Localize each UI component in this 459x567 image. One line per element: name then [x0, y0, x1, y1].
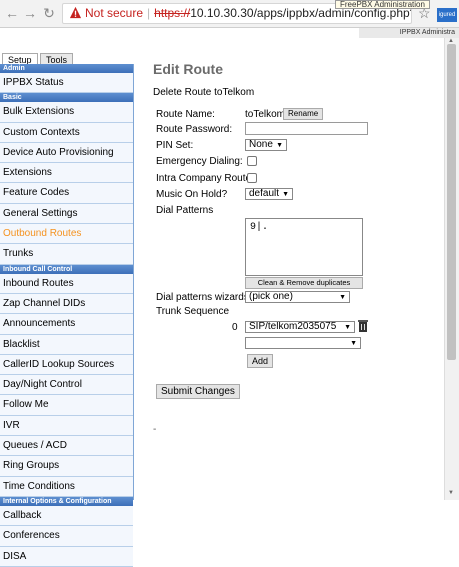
music-on-hold-select[interactable]: default ▼: [245, 188, 293, 200]
delete-route-link[interactable]: Delete Route toTelkom: [153, 87, 254, 98]
rename-button[interactable]: Rename: [283, 108, 324, 120]
sidebar-item-callerid-lookup[interactable]: CallerID Lookup Sources: [0, 354, 133, 376]
reload-icon[interactable]: ↻: [41, 4, 57, 22]
sidebar-item-extensions[interactable]: Extensions: [0, 163, 133, 184]
emergency-dialing-checkbox[interactable]: [247, 156, 257, 166]
pin-set-label: PIN Set:: [156, 140, 194, 151]
url-scheme: https://: [154, 6, 191, 20]
warning-icon: [69, 6, 82, 19]
sidebar-item-disa[interactable]: DISA: [0, 546, 133, 567]
sidebar-item-conferences[interactable]: Conferences: [0, 526, 133, 547]
scroll-up-icon[interactable]: ▲: [448, 38, 454, 44]
route-password-label: Route Password:: [156, 124, 233, 135]
sidebar-item-inbound-routes[interactable]: Inbound Routes: [0, 273, 133, 294]
sidebar-item-general-settings[interactable]: General Settings: [0, 203, 133, 225]
chevron-down-icon: ▼: [344, 324, 351, 331]
add-trunk-button[interactable]: Add: [247, 354, 274, 368]
sidebar-item-announcements[interactable]: Announcements: [0, 314, 133, 335]
music-on-hold-label: Music On Hold?: [156, 189, 228, 200]
route-name-value: toTelkom: [245, 109, 286, 120]
sidebar-item-bulk-extensions[interactable]: Bulk Extensions: [0, 102, 133, 123]
route-password-input[interactable]: [245, 122, 368, 135]
sidebar-item-follow-me[interactable]: Follow Me: [0, 395, 133, 416]
sidebar-item-callback[interactable]: Callback: [0, 505, 133, 527]
sidebar-item-trunks[interactable]: Trunks: [0, 244, 133, 265]
dial-patterns-wizards-label: Dial patterns wizards:: [156, 292, 252, 303]
header-title: IPPBX Administra: [359, 28, 459, 38]
chevron-down-icon: ▼: [350, 340, 357, 347]
delete-trunk-icon[interactable]: [357, 319, 369, 333]
scroll-down-icon[interactable]: ▼: [448, 490, 454, 496]
sidebar-item-ring-groups[interactable]: Ring Groups: [0, 456, 133, 477]
trunk-select[interactable]: SIP/telkom2035075 ▼: [245, 321, 355, 333]
sidebar-item-custom-contexts[interactable]: Custom Contexts: [0, 122, 133, 143]
extension-badge[interactable]: igured: [437, 8, 457, 22]
sidebar: Admin IPPBX Status Basic Bulk Extensions…: [0, 64, 134, 567]
trunk-index: 0: [232, 322, 238, 333]
intra-company-checkbox[interactable]: [247, 173, 257, 183]
sidebar-header-inbound-call-control: Inbound Call Control: [0, 264, 133, 274]
sidebar-item-feature-codes[interactable]: Feature Codes: [0, 183, 133, 204]
not-secure-label: Not secure: [85, 6, 144, 20]
pin-set-select[interactable]: None ▼: [245, 139, 287, 151]
separator: |: [147, 6, 151, 20]
sidebar-item-queues-acd[interactable]: Queues / ACD: [0, 436, 133, 457]
sidebar-item-blacklist[interactable]: Blacklist: [0, 334, 133, 355]
sidebar-item-ippbx-status[interactable]: IPPBX Status: [0, 73, 133, 94]
tooltip: FreePBX Administration: [335, 0, 430, 9]
browser-toolbar: ← → ↻ Not secure | https://10.10.30.30/app…: [0, 0, 459, 28]
sidebar-item-device-auto-provisioning[interactable]: Device Auto Provisioning: [0, 142, 133, 164]
dial-patterns-label: Dial Patterns: [156, 205, 214, 216]
chevron-down-icon: ▼: [339, 294, 346, 301]
scrollbar-thumb[interactable]: [447, 44, 456, 360]
emergency-dialing-label: Emergency Dialing:: [156, 156, 243, 167]
chevron-down-icon: ▼: [276, 142, 283, 149]
clean-duplicates-button[interactable]: Clean & Remove duplicates: [245, 277, 363, 289]
sidebar-item-day-night-control[interactable]: Day/Night Control: [0, 375, 133, 396]
music-on-hold-value: default: [249, 188, 280, 199]
trunk-sequence-label: Trunk Sequence: [156, 306, 230, 317]
sidebar-header-basic: Basic: [0, 93, 133, 103]
trunk-select-empty[interactable]: ▼: [245, 337, 361, 349]
submit-changes-button[interactable]: Submit Changes: [156, 384, 240, 399]
route-name-label: Route Name:: [156, 109, 215, 120]
intra-company-label: Intra Company Route:: [156, 173, 254, 184]
main-content: Edit Route Delete Route toTelkom Route N…: [135, 38, 444, 500]
forward-icon[interactable]: →: [22, 4, 38, 22]
dial-patterns-wizards-select[interactable]: (pick one) ▼: [245, 291, 350, 303]
trailing-mark: -: [153, 424, 157, 435]
sidebar-header-admin: Admin: [0, 64, 133, 73]
sidebar-item-ivr[interactable]: IVR: [0, 415, 133, 437]
sidebar-item-zap-channel-dids[interactable]: Zap Channel DIDs: [0, 293, 133, 315]
sidebar-item-outbound-routes[interactable]: Outbound Routes: [0, 224, 133, 245]
sidebar-item-time-conditions[interactable]: Time Conditions: [0, 476, 133, 497]
chevron-down-icon: ▼: [282, 191, 289, 198]
page-title: Edit Route: [153, 61, 223, 77]
dial-patterns-textarea[interactable]: [245, 218, 363, 276]
sidebar-header-internal-options: Internal Options & Configuration: [0, 496, 133, 506]
back-icon[interactable]: ←: [4, 4, 20, 22]
trunk-value: SIP/telkom2035075: [249, 321, 337, 332]
pin-set-value: None: [249, 139, 273, 150]
wizards-value: (pick one): [249, 291, 293, 302]
